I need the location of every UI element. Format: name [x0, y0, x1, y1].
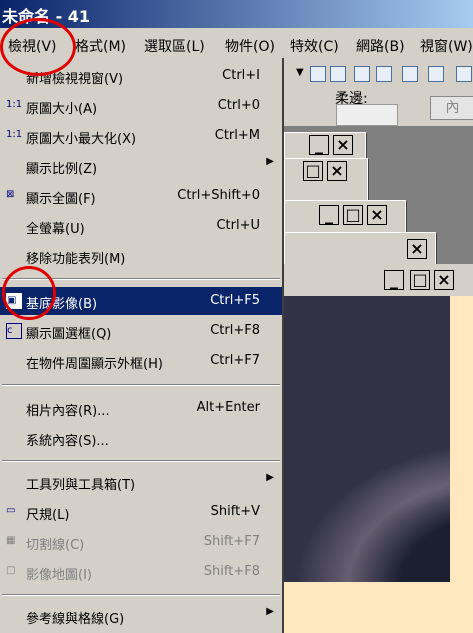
menu-object[interactable]: 物件(O) [225, 36, 275, 56]
panel-icon[interactable] [428, 66, 444, 82]
menu-item-guides-grid[interactable]: 參考線與格線(G) ▶ [0, 602, 282, 630]
maximize-icon[interactable]: □ [410, 270, 430, 290]
menu-selection[interactable]: 選取區(L) [144, 36, 205, 56]
child-window-2[interactable]: □ × [284, 158, 368, 204]
soft-edge-field[interactable] [336, 104, 398, 126]
photo-shadow [284, 296, 450, 582]
minimize-icon[interactable]: _ [384, 270, 404, 290]
menu-item-zoom[interactable]: 顯示比例(Z) ▶ [0, 152, 282, 180]
inside-button[interactable]: 內 [430, 96, 473, 120]
menu-window[interactable]: 視窗(W) [420, 36, 473, 56]
close-icon[interactable]: × [333, 135, 353, 155]
transform-icon[interactable] [354, 66, 370, 82]
minimize-icon[interactable]: _ [309, 135, 329, 155]
close-icon[interactable]: × [367, 205, 387, 225]
close-icon[interactable]: × [434, 270, 454, 290]
web-icon[interactable] [456, 66, 472, 82]
toolbar: ▼ [284, 60, 473, 90]
menu-item-actual-size[interactable]: 1:1 原圖大小(A) Ctrl+0 [0, 92, 282, 120]
dropdown-arrow-icon[interactable]: ▼ [296, 67, 304, 78]
image-icon[interactable] [330, 66, 346, 82]
menu-item-slice-lines[interactable]: ▦ 切割線(C) Shift+F7 [0, 528, 282, 556]
menu-item-object-outline[interactable]: 在物件周圍顯示外框(H) Ctrl+F7 [0, 347, 282, 375]
close-icon[interactable]: × [407, 239, 427, 259]
image-window-title-bar[interactable]: _ □ × [284, 264, 473, 296]
menu-item-toolbars[interactable]: 工具列與工具箱(T) ▶ [0, 468, 282, 496]
actual-size-icon: 1:1 [6, 99, 23, 110]
menu-item-photo-properties[interactable]: 相片內容(R)... Alt+Enter [0, 394, 282, 422]
menu-item-fit-window[interactable]: ⊠ 顯示全圖(F) Ctrl+Shift+0 [0, 182, 282, 210]
menu-item-actual-size-max[interactable]: 1:1 原圖大小最大化(X) Ctrl+M [0, 122, 282, 150]
menu-item-show-marquee[interactable]: c 顯示圖選框(Q) Ctrl+F8 [0, 317, 282, 345]
tool-icon[interactable] [402, 66, 418, 82]
paste-icon[interactable] [310, 66, 326, 82]
menu-web[interactable]: 網路(B) [356, 36, 405, 56]
submenu-arrow-icon: ▶ [266, 472, 274, 483]
menu-effects[interactable]: 特效(C) [290, 36, 339, 56]
effect-icon[interactable] [376, 66, 392, 82]
menu-separator [2, 384, 280, 386]
grid-icon: ▦ [6, 535, 16, 546]
menu-item-image-map[interactable]: □ 影像地圖(I) Shift+F8 [0, 558, 282, 586]
close-icon[interactable]: × [327, 161, 347, 181]
highlight-circle-menu [0, 18, 76, 76]
maximize-icon[interactable]: □ [303, 161, 323, 181]
maximize-icon[interactable]: □ [343, 205, 363, 225]
menu-separator [2, 594, 280, 596]
marquee-icon: c [6, 323, 22, 339]
menu-separator [2, 460, 280, 462]
image-map-icon: □ [6, 565, 16, 576]
actual-size-max-icon: 1:1 [6, 129, 23, 140]
submenu-arrow-icon: ▶ [266, 156, 274, 167]
menu-item-remove-menubar[interactable]: 移除功能表列(M) [0, 242, 282, 270]
menu-item-ruler[interactable]: ▭ 尺規(L) Shift+V [0, 498, 282, 526]
view-menu: 新增檢視視窗(V) Ctrl+I 1:1 原圖大小(A) Ctrl+0 1:1 … [0, 58, 284, 633]
menu-item-full-screen[interactable]: 全螢幕(U) Ctrl+U [0, 212, 282, 240]
ruler-icon: ▭ [6, 505, 16, 516]
submenu-arrow-icon: ▶ [266, 606, 274, 617]
title-bar: 未命名 - 41 [0, 0, 473, 28]
fit-window-icon: ⊠ [6, 189, 15, 200]
menu-format[interactable]: 格式(M) [75, 36, 126, 56]
highlight-circle-base-image [2, 266, 56, 320]
minimize-icon[interactable]: _ [319, 205, 339, 225]
menu-item-system-properties[interactable]: 系統內容(S)... [0, 424, 282, 452]
